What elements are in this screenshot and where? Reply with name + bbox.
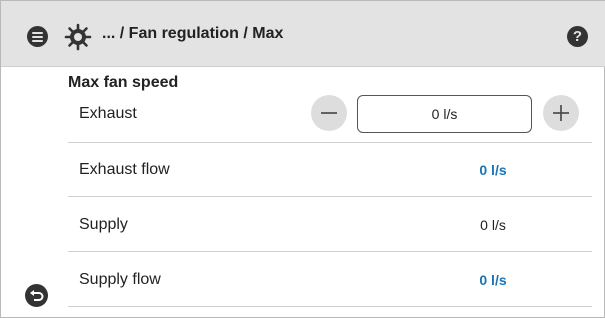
supply-label: Supply (79, 216, 128, 233)
header-bar: ... / Fan regulation / Max ? (1, 1, 605, 67)
exhaust-flow-value: 0 l/s (479, 162, 507, 178)
minus-icon (321, 112, 337, 114)
decrement-button[interactable] (311, 95, 347, 131)
divider (68, 142, 592, 143)
divider (68, 306, 592, 307)
plus-icon (553, 105, 569, 121)
gear-icon[interactable] (64, 23, 92, 51)
supply-value: 0 l/s (480, 217, 506, 233)
increment-button[interactable] (543, 95, 579, 131)
back-icon (30, 290, 44, 301)
menu-icon[interactable] (27, 26, 48, 47)
supply-flow-label: Supply flow (79, 271, 161, 288)
exhaust-value-field[interactable]: 0 l/s (357, 95, 532, 133)
divider (68, 251, 592, 252)
exhaust-label: Exhaust (79, 105, 137, 122)
supply-flow-value: 0 l/s (479, 272, 507, 288)
exhaust-flow-label: Exhaust flow (79, 161, 170, 178)
help-icon[interactable]: ? (567, 26, 588, 47)
screen: ... / Fan regulation / Max ? Max fan spe… (0, 0, 605, 318)
back-button[interactable] (25, 284, 48, 307)
breadcrumb: ... / Fan regulation / Max (102, 25, 284, 42)
divider (68, 196, 592, 197)
section-title: Max fan speed (68, 74, 179, 91)
